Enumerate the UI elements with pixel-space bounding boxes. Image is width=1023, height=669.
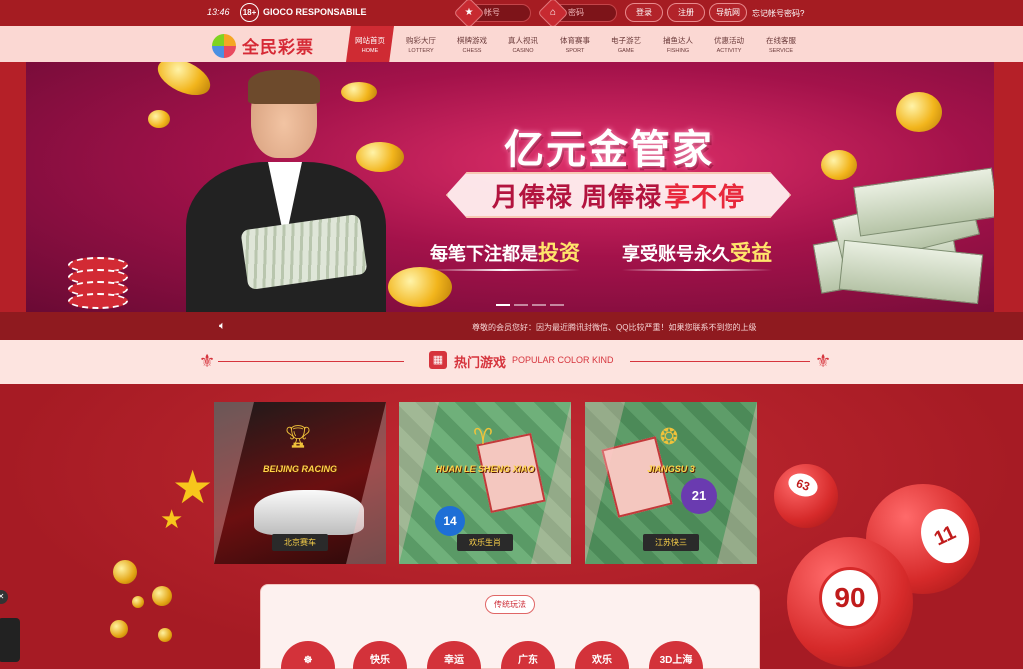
age-18-badge: 18+ (240, 3, 259, 22)
zodiac-emblem-icon: ♈︎ (473, 424, 493, 449)
trophy-icon: 🏆︎ (284, 424, 312, 449)
gold-coin-icon (152, 586, 172, 606)
hot-games-title: 热门游戏 (454, 355, 507, 370)
gold-coin-icon (896, 92, 942, 132)
lottery-ball-decor: 63 (774, 464, 838, 528)
game-name-cn: 欢乐生肖 (457, 534, 513, 551)
banner-slogan-2: 享受账号永久受益 (622, 237, 772, 271)
banner-left-edge (0, 62, 26, 312)
password-input[interactable]: ⌂ 密码 (537, 0, 617, 29)
nav-sport[interactable]: 体育赛事 SPORT (551, 26, 599, 62)
race-car-image (254, 490, 364, 535)
carousel-dot[interactable] (514, 304, 528, 306)
game-name-en: BEIJING RACING (262, 464, 337, 474)
ship-wheel-icon: ☸ (303, 655, 313, 666)
banner-right-edge (994, 62, 1023, 312)
banner-ribbon: 月俸禄 周俸禄 享不停 (446, 172, 791, 218)
logo-mark-icon (212, 33, 236, 58)
register-button[interactable]: 注册 (667, 3, 705, 22)
gold-coin-icon (132, 596, 144, 608)
game-name-cn: 江苏快三 (643, 534, 699, 551)
game-grid-icon: ▦ (429, 351, 447, 369)
main-nav: 全民彩票 网站首页 HOME 购彩大厅 LOTTERY 棋牌游戏 CHESS 真人视讯… (0, 26, 1023, 62)
traditional-games-panel: 传统玩法 ☸ 快乐 幸运 广东 欢乐 3D上海 (260, 584, 760, 669)
logo-text: 全民彩票 (242, 38, 314, 57)
navigation-site-button[interactable]: 导航网 (709, 3, 747, 22)
game-name-en: JIANGSU 3 (647, 464, 695, 474)
carousel-dot[interactable] (496, 304, 510, 306)
nav-game[interactable]: 电子游艺 GAME (602, 26, 650, 62)
gold-coin-icon (110, 620, 128, 638)
carousel-dot[interactable] (532, 304, 546, 306)
lottery-ball-decor: 90 (787, 537, 913, 667)
hot-games-subtitle: POPULAR COLOR KIND (512, 355, 614, 365)
hero-banner[interactable]: 亿元金管家 月俸禄 周俸禄 享不停 每笔下注都是投资 享受账号永久受益 (26, 62, 994, 312)
responsible-gaming-label: GIOCO RESPONSABILE (263, 7, 367, 17)
traditional-game-kuaile[interactable]: 快乐 (353, 641, 407, 669)
carousel-dots[interactable] (496, 304, 564, 306)
star-icon: ★ (160, 504, 184, 534)
speaker-icon: 🔈︎ (219, 320, 226, 332)
lock-icon: ⌂ (537, 0, 569, 29)
notice-bar: 🔈︎ 尊敬的会员您好：因为最近腾讯封微信、QQ比较严重！如果您联系不到您的上级 (0, 312, 1023, 340)
traditional-game-wheel[interactable]: ☸ (281, 641, 335, 669)
game-card-huan-le-sheng-xiao[interactable]: 14 ♈︎ HUAN LE SHENG XIAO 欢乐生肖 (399, 402, 571, 564)
site-logo[interactable]: 全民彩票 (212, 33, 314, 58)
mobile-app-icon[interactable] (0, 618, 20, 662)
top-bar: 13:46 18+ GIOCO RESPONSABILE ★ 帐号 ⌂ 密码 登… (0, 0, 1023, 29)
fleur-icon: ⚜ (199, 351, 216, 371)
lottery-ball: 14 (435, 506, 465, 536)
user-icon: ★ (453, 0, 485, 29)
forgot-password-link[interactable]: 忘记帐号密码? (752, 8, 804, 19)
money-stack-image (812, 167, 994, 305)
notice-message[interactable]: 尊敬的会员您好：因为最近腾讯封微信、QQ比较严重！如果您联系不到您的上级 (472, 322, 756, 333)
hot-games-header: ⚜ ▦ 热门游戏 POPULAR COLOR KIND ⚜ (0, 340, 1023, 384)
traditional-game-3d-shanghai[interactable]: 3D上海 (649, 641, 703, 669)
nav-fishing[interactable]: 捕鱼达人 FISHING (654, 26, 702, 62)
traditional-game-huanle[interactable]: 欢乐 (575, 641, 629, 669)
nav-home[interactable]: 网站首页 HOME (346, 26, 394, 62)
gold-coin-icon (113, 560, 137, 584)
game-name-cn: 北京赛车 (272, 534, 328, 551)
traditional-game-xingyun[interactable]: 幸运 (427, 641, 481, 669)
nav-service[interactable]: 在线客服 SERVICE (757, 26, 805, 62)
promo-man-image (166, 70, 406, 312)
banner-title: 亿元金管家 (504, 128, 714, 172)
carousel-dot[interactable] (550, 304, 564, 306)
game-name-en: HUAN LE SHENG XIAO (435, 464, 535, 474)
banner-slogan-1: 每笔下注都是投资 (430, 237, 580, 271)
nav-chess[interactable]: 棋牌游戏 CHESS (448, 26, 496, 62)
game-card-beijing-racing[interactable]: 🏆︎ BEIJING RACING 北京赛车 (214, 402, 386, 564)
traditional-game-guangdong[interactable]: 广东 (501, 641, 555, 669)
nav-lottery[interactable]: 购彩大厅 LOTTERY (397, 26, 445, 62)
username-input[interactable]: ★ 帐号 (453, 0, 531, 29)
game-card-jiangsu-3[interactable]: 21 ❂ JIANGSU 3 江苏快三 (585, 402, 757, 564)
login-button[interactable]: 登录 (625, 3, 663, 22)
nav-activity[interactable]: 优惠活动 ACTIVITY (705, 26, 753, 62)
nav-casino[interactable]: 真人视讯 CASINO (499, 26, 547, 62)
fleur-icon: ⚜ (815, 351, 832, 371)
gold-coin-icon (158, 628, 172, 642)
clock: 13:46 (207, 7, 230, 17)
casino-chips-icon (68, 257, 138, 312)
lottery-ball: 21 (681, 478, 717, 514)
traditional-tag[interactable]: 传统玩法 (485, 595, 535, 614)
dragon-emblem-icon: ❂ (659, 424, 679, 449)
